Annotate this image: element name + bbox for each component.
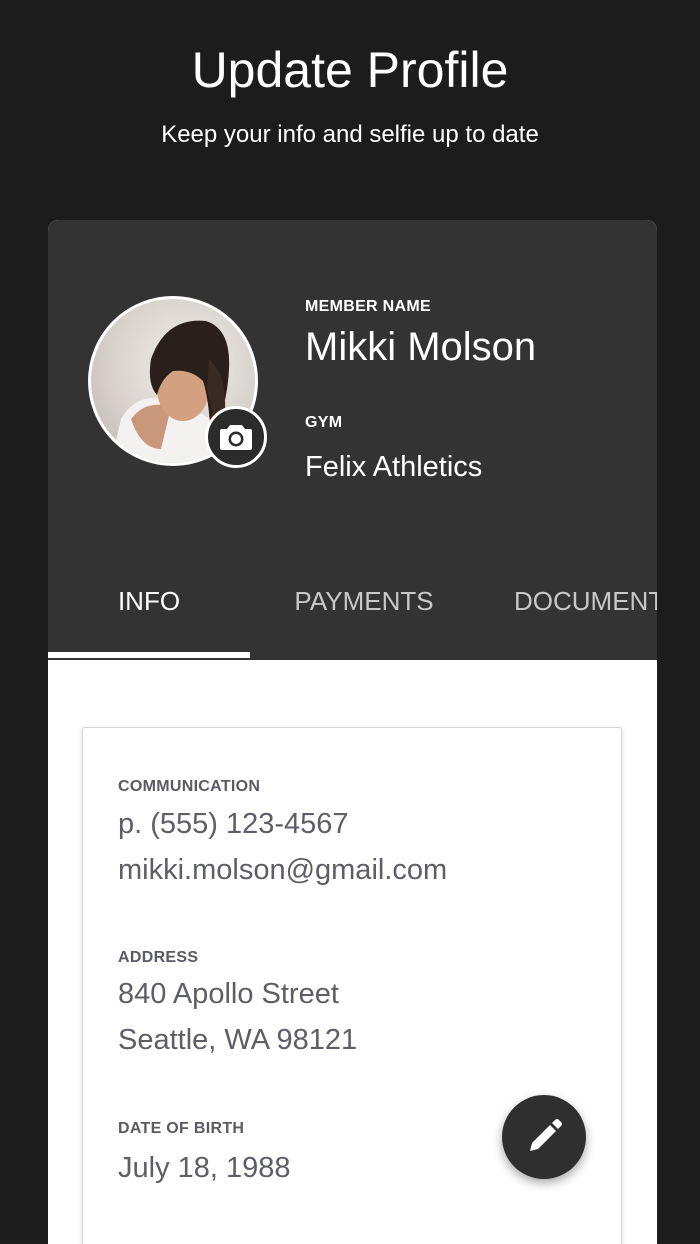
communication-label: COMMUNICATION	[118, 778, 261, 795]
address-line2: Seattle, WA 98121	[118, 1024, 358, 1056]
email-value: mikki.molson@gmail.com	[118, 854, 448, 886]
active-tab-indicator	[48, 652, 250, 658]
tab-payments[interactable]: PAYMENTS	[250, 566, 478, 660]
dob-label: DATE OF BIRTH	[118, 1120, 245, 1137]
phone-value: p. (555) 123-4567	[118, 808, 349, 840]
edit-button[interactable]	[502, 1095, 586, 1179]
page-title: Update Profile	[191, 42, 509, 98]
member-name-label: MEMBER NAME	[305, 298, 431, 315]
change-photo-button[interactable]	[205, 406, 267, 468]
address-line1: 840 Apollo Street	[118, 978, 339, 1010]
dob-value: July 18, 1988	[118, 1152, 291, 1184]
address-label: ADDRESS	[118, 949, 199, 966]
gym-name: Felix Athletics	[305, 451, 483, 483]
member-name: Mikki Molson	[305, 325, 537, 369]
tab-info[interactable]: INFO	[48, 566, 250, 660]
camera-icon	[220, 425, 252, 450]
pencil-icon	[530, 1119, 562, 1151]
profile-tabs: INFO PAYMENTS DOCUMENTS	[48, 566, 657, 660]
profile-card: MEMBER NAME Mikki Molson GYM Felix Athle…	[48, 220, 657, 1244]
tab-documents[interactable]: DOCUMENTS	[514, 566, 657, 660]
page-subtitle: Keep your info and selfie up to date	[161, 121, 539, 148]
profile-header: MEMBER NAME Mikki Molson GYM Felix Athle…	[48, 220, 657, 660]
gym-label: GYM	[305, 414, 343, 431]
